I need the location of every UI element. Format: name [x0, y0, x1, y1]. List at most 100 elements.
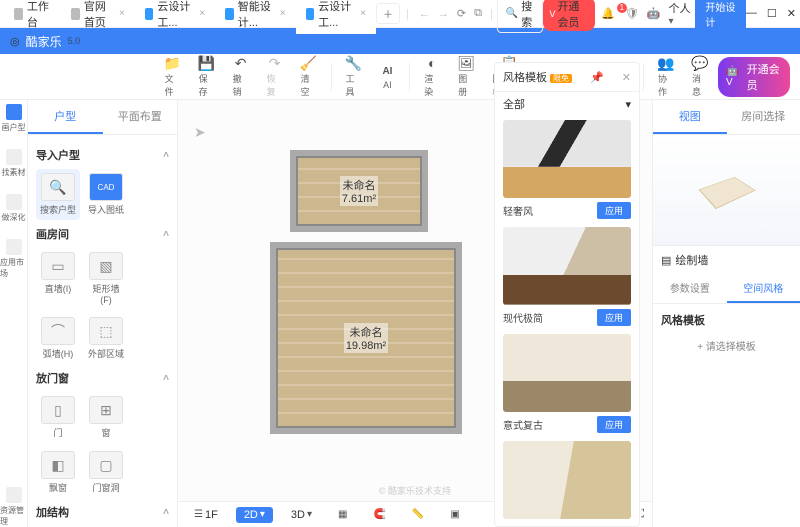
item-straight-wall[interactable]: ▭直墙(I): [36, 248, 80, 309]
close-icon[interactable]: ×: [360, 8, 366, 19]
copy-icon[interactable]: ⧉: [470, 7, 486, 20]
style-thumb: [503, 441, 631, 519]
style-thumb: [503, 334, 631, 412]
style-card-3[interactable]: 意式复古应用: [495, 330, 639, 437]
sp-filter[interactable]: 全部▾: [495, 92, 639, 116]
fit-button[interactable]: ▣: [442, 507, 467, 522]
style-card-2[interactable]: 现代极简应用: [495, 223, 639, 330]
style-template-panel: 风格模板限免 📌 ✕ 全部▾ 轻奢风应用 现代极简应用 意式复古应用: [494, 62, 640, 527]
apply-button[interactable]: 应用: [597, 309, 631, 326]
render-icon: ◐: [424, 55, 440, 71]
rp-sub-params[interactable]: 参数设置: [653, 274, 727, 303]
close-icon[interactable]: ×: [199, 8, 205, 19]
tab-cloud-1[interactable]: 云设计工...×: [135, 0, 215, 34]
resource-icon: [6, 487, 22, 503]
bell-icon[interactable]: 🔔: [595, 7, 621, 20]
close-icon[interactable]: ✕: [622, 71, 631, 84]
item-rect-wall[interactable]: ▧矩形墙(F): [84, 248, 128, 309]
ruler-toggle[interactable]: 📏: [404, 507, 432, 522]
tab-homepage[interactable]: 官网首页×: [61, 0, 134, 34]
chevron-up-icon: ˄: [163, 373, 169, 384]
right-panel: 视图 房间选择 ▤ 绘制墙 参数设置 空间风格 风格模板 + 请选择模板: [652, 100, 800, 527]
rp-sub-style[interactable]: 空间风格: [727, 274, 800, 303]
apply-button[interactable]: 应用: [597, 202, 631, 219]
tb-collab[interactable]: 👥协作: [650, 53, 682, 100]
pin-icon[interactable]: 📌: [590, 71, 604, 84]
sec-drawroom-head[interactable]: 画房间˄: [36, 226, 169, 242]
tb-messages[interactable]: 💬消息: [684, 53, 716, 100]
apply-button[interactable]: 应用: [597, 416, 631, 433]
lp-tab-layout[interactable]: 平面布置: [103, 100, 178, 134]
floor-selector[interactable]: ☰ 1F: [186, 507, 226, 523]
account-menu[interactable]: 个人 ▾: [665, 0, 696, 27]
style-card-1[interactable]: 轻奢风应用: [495, 116, 639, 223]
floorplan-icon: [6, 104, 22, 120]
style-card-4[interactable]: [495, 437, 639, 523]
tb-render[interactable]: ◐渲染: [416, 53, 448, 100]
rp-tab-rooms[interactable]: 房间选择: [727, 100, 800, 134]
nav-fwd-icon[interactable]: →: [434, 8, 453, 20]
title-search[interactable]: 🔍 搜索: [497, 0, 544, 33]
tb-undo[interactable]: ↶撤销: [225, 53, 257, 100]
sec-import-head[interactable]: 导入户型˄: [36, 147, 169, 163]
preview-3d[interactable]: [653, 135, 800, 245]
collab-icon: 👥: [658, 55, 674, 71]
item-search-floorplan[interactable]: 🔍搜索户型: [36, 169, 80, 220]
item-opening[interactable]: ▢门窗洞: [84, 447, 128, 498]
tb-album[interactable]: 🖼图册: [450, 53, 482, 100]
sp-title: 风格模板限免: [503, 69, 572, 85]
item-arc-wall[interactable]: ⌒弧墙(H): [36, 313, 80, 364]
refresh-icon[interactable]: ⟳: [453, 7, 470, 20]
style-thumb: [503, 227, 631, 305]
main-area: 画户型 找素材 做深化 应用市场 资源管理 户型 平面布置 导入户型˄ 🔍搜索户…: [0, 100, 800, 527]
save-icon: 💾: [199, 55, 215, 71]
mode-3d[interactable]: 3D ▾: [283, 507, 320, 523]
grid-toggle[interactable]: ▦: [330, 507, 355, 522]
rail-materials[interactable]: 找素材: [2, 149, 26, 178]
market-icon: [6, 239, 22, 255]
tb-file[interactable]: 📁文件: [157, 53, 189, 100]
room-1[interactable]: 未命名7.61m²: [290, 150, 428, 232]
tb-clear[interactable]: 🧹清空: [293, 53, 325, 100]
room-2[interactable]: 未命名19.98m²: [270, 242, 462, 434]
direction-arrow-icon: ➤: [194, 124, 206, 141]
snap-toggle[interactable]: 🧲: [365, 507, 393, 522]
sec-doorwin-head[interactable]: 放门窗˄: [36, 370, 169, 386]
vip-pill[interactable]: V 开通会员: [543, 0, 595, 31]
message-icon: 💬: [692, 55, 708, 71]
redo-icon: ↷: [267, 55, 283, 71]
sec-structure-head[interactable]: 加结构˄: [36, 504, 169, 520]
item-door[interactable]: ▯门: [36, 392, 80, 443]
brand-version: 5.0: [68, 36, 81, 46]
nav-back-icon[interactable]: ←: [415, 8, 434, 20]
tab-smart[interactable]: 智能设计...×: [215, 0, 295, 34]
rail-resource[interactable]: 资源管理: [0, 487, 27, 527]
tab-workbench[interactable]: 工作台: [4, 0, 61, 34]
toolbar-vip-button[interactable]: 🤖 V 开通会员: [718, 57, 790, 97]
window-min-icon[interactable]: —: [746, 7, 757, 20]
item-outer-area[interactable]: ⬚外部区域: [84, 313, 128, 364]
close-icon[interactable]: ×: [280, 8, 286, 19]
item-import-cad[interactable]: CAD导入图纸: [84, 169, 128, 220]
robot-icon[interactable]: 🤖: [643, 7, 665, 20]
tb-ai[interactable]: AIAI: [371, 61, 403, 92]
add-template-button[interactable]: + 请选择模板: [661, 328, 792, 363]
tab-cloud-2[interactable]: 云设计工...×: [296, 0, 376, 34]
close-icon[interactable]: ×: [119, 8, 125, 19]
item-bay-window[interactable]: ◧飘窗: [36, 447, 80, 498]
mode-2d[interactable]: 2D ▾: [236, 507, 273, 523]
rp-tab-view[interactable]: 视图: [653, 100, 727, 134]
lp-tab-floorplan[interactable]: 户型: [28, 100, 103, 134]
new-tab-button[interactable]: ＋: [376, 3, 400, 24]
tb-save[interactable]: 💾保存: [191, 53, 223, 100]
item-window[interactable]: ⊞窗: [84, 392, 128, 443]
tb-redo[interactable]: ↷恢复: [259, 53, 291, 100]
rail-market[interactable]: 应用市场: [0, 239, 27, 279]
window-max-icon[interactable]: ☐: [767, 7, 777, 20]
tb-tools[interactable]: 🔧工具: [337, 53, 369, 100]
rail-floorplan[interactable]: 画户型: [2, 104, 26, 133]
window-close-icon[interactable]: ✕: [787, 7, 796, 20]
rail-deepen[interactable]: 做深化: [2, 194, 26, 223]
start-design-button[interactable]: 开始设计: [695, 0, 746, 32]
titlebar: 工作台 官网首页× 云设计工...× 智能设计...× 云设计工...× ＋ |…: [0, 0, 800, 28]
